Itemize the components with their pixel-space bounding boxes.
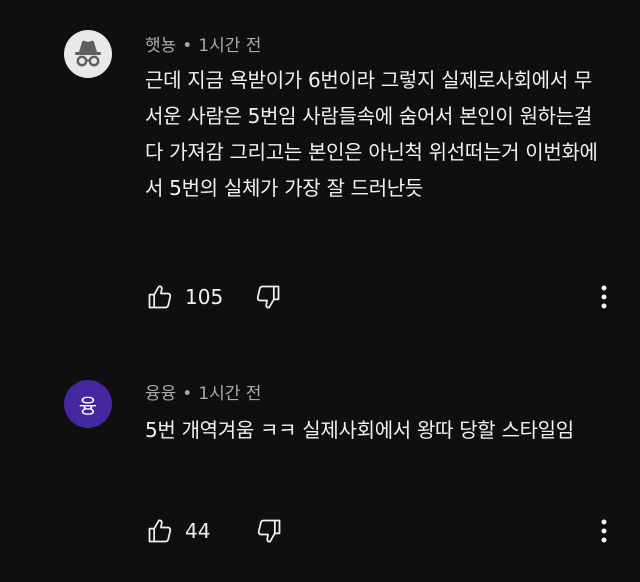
comment-text: 근데 지금 욕받이가 6번이라 그렇지 실제로사회에서 무서운 사람은 5번임 …: [145, 68, 598, 200]
like-button[interactable]: [145, 516, 175, 546]
comment-actions: 105: [145, 282, 283, 312]
comment-author[interactable]: 햇뇽: [145, 36, 176, 56]
meta-separator: •: [182, 36, 193, 56]
comment-item: 햇뇽 • 1시간 전 근데 지금 욕받이가 6번이라 그렇지 실제로사회에서 무서운…: [0, 0, 640, 330]
thumbs-down-icon: [258, 519, 281, 543]
comment-actions: 44: [145, 516, 284, 546]
comment-text: 5번 개역겨움 ㅋㅋ 실제사회에서 왕따 당할 스타일임: [145, 418, 574, 442]
more-vertical-icon: [601, 285, 607, 309]
comment-author[interactable]: 융융: [145, 384, 176, 404]
comment-menu-button[interactable]: [596, 282, 612, 312]
like-count: 105: [185, 285, 224, 309]
like-button[interactable]: [145, 282, 175, 312]
comment-time: 1시간 전: [198, 36, 262, 56]
avatar-letter: 융: [78, 393, 98, 418]
comment-item: 융 융융 • 1시간 전 5번 개역겨움 ㅋㅋ 실제사회에서 왕따 당할 스타일임 …: [0, 330, 640, 582]
meta-separator: •: [182, 384, 193, 404]
dislike-button[interactable]: [253, 282, 283, 312]
comment-meta: 융융 • 1시간 전: [145, 379, 261, 404]
thumbs-up-icon: [148, 519, 172, 543]
like-count: 44: [185, 519, 211, 543]
thumbs-up-icon: [148, 285, 172, 309]
avatar[interactable]: 융: [64, 380, 112, 428]
comment-time: 1시간 전: [198, 384, 262, 404]
avatar[interactable]: [64, 30, 112, 78]
thumbs-down-icon: [257, 285, 280, 309]
dislike-button[interactable]: [254, 516, 284, 546]
comment-menu-button[interactable]: [596, 516, 612, 546]
comment-meta: 햇뇽 • 1시간 전: [145, 31, 261, 56]
more-vertical-icon: [601, 519, 607, 543]
incognito-icon: [75, 40, 101, 67]
